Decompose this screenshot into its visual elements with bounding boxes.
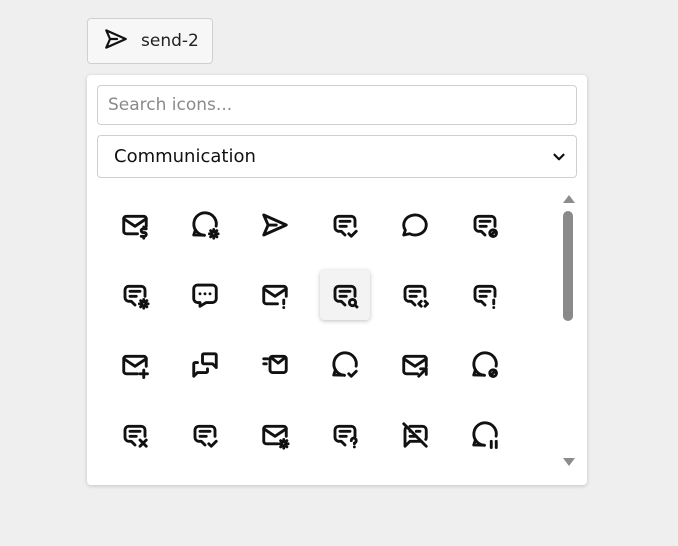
messages-icon[interactable]	[180, 340, 230, 390]
message-cancel-icon[interactable]	[460, 200, 510, 250]
message-question-icon[interactable]	[320, 410, 370, 460]
message-dots-icon[interactable]	[180, 270, 230, 320]
message-cog-icon[interactable]	[110, 270, 160, 320]
send-2-icon[interactable]	[250, 200, 300, 250]
search-input[interactable]	[97, 85, 577, 125]
icon-grid	[87, 190, 557, 480]
message-check-icon[interactable]	[320, 200, 370, 250]
message-search-icon[interactable]	[320, 270, 370, 320]
scroll-down-arrow[interactable]	[562, 456, 576, 468]
mail-plus-icon[interactable]	[110, 340, 160, 390]
selected-icon-label: send-2	[141, 31, 199, 51]
mail-fast-icon[interactable]	[250, 340, 300, 390]
message-exclamation-icon[interactable]	[460, 270, 510, 320]
mail-cog-icon[interactable]	[250, 410, 300, 460]
message-circle-cog-icon[interactable]	[180, 200, 230, 250]
icon-picker-panel: Communication	[87, 75, 587, 485]
message-circle-pause-icon[interactable]	[460, 410, 510, 460]
category-select-value: Communication	[114, 146, 256, 167]
scroll-up-arrow[interactable]	[562, 193, 576, 205]
message-circle-icon[interactable]	[390, 200, 440, 250]
mail-exclamation-icon[interactable]	[250, 270, 300, 320]
mail-forward-icon[interactable]	[390, 340, 440, 390]
message-circle-check-icon[interactable]	[320, 340, 370, 390]
category-select[interactable]: Communication	[97, 135, 577, 178]
message-code-icon[interactable]	[390, 270, 440, 320]
message-off-icon[interactable]	[390, 410, 440, 460]
message-x-icon[interactable]	[110, 410, 160, 460]
chevron-down-icon	[550, 148, 568, 166]
mail-dollar-icon[interactable]	[110, 200, 160, 250]
selected-icon-button[interactable]: send-2	[87, 18, 213, 64]
send-icon	[103, 26, 129, 57]
message-check-2-icon[interactable]	[180, 410, 230, 460]
scrollbar-thumb[interactable]	[563, 211, 573, 321]
message-circle-cancel-icon[interactable]	[460, 340, 510, 390]
